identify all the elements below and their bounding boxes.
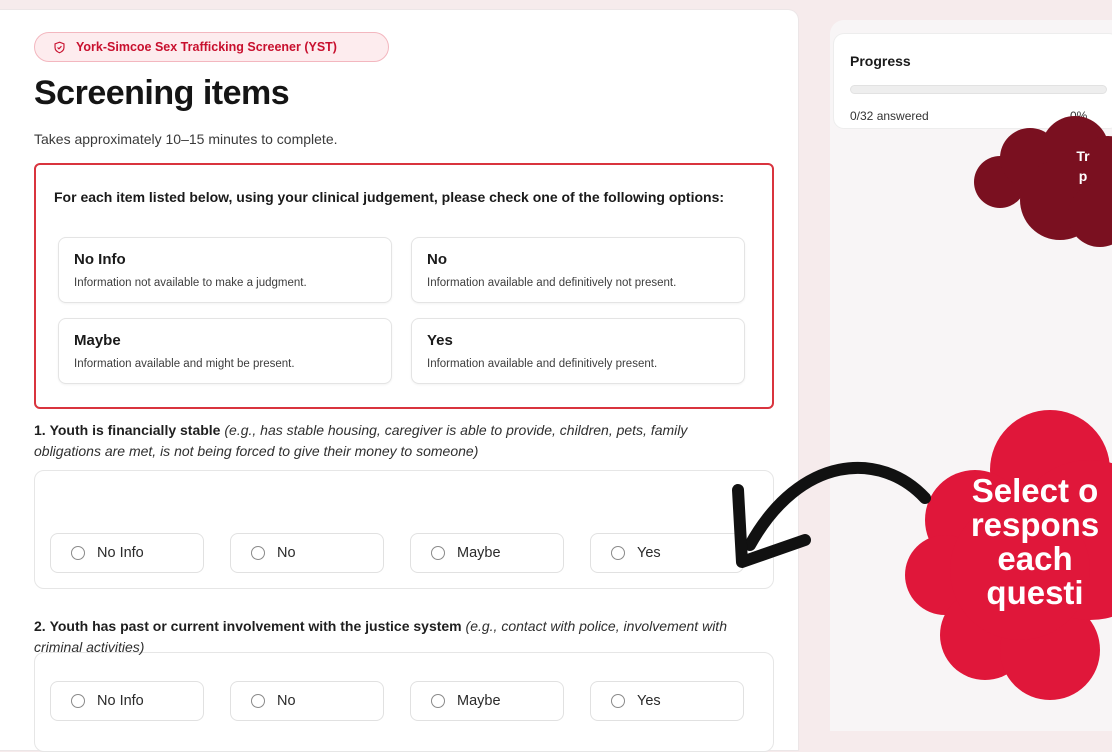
callout-top-text: Tr p: [1076, 148, 1090, 184]
callout-bottom-text: Select o respons each questi: [970, 472, 1100, 611]
callout-overlay: [732, 116, 1112, 700]
arrow-icon: [732, 462, 931, 568]
